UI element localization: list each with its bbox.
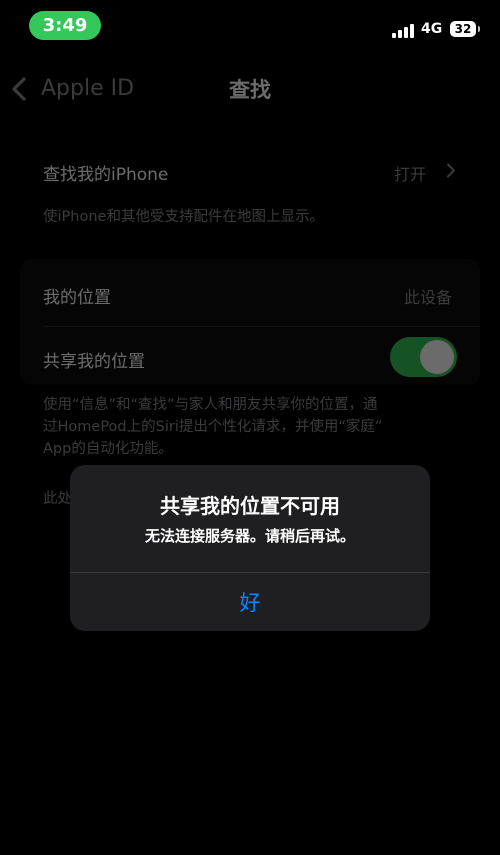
footnote-line: 过HomePod上的Siri提出个性化请求，并使用“家庭” [43,419,383,435]
share-location-label: 共享我的位置 [43,352,145,372]
my-location-label[interactable]: 我的位置 [43,283,111,308]
alert-dialog: 共享我的位置不可用 无法连接服务器。请稍后再试。 好 [70,465,430,631]
find-my-iphone-label[interactable]: 查找我的iPhone [43,160,168,185]
find-my-iphone-value: 打开 [394,165,427,184]
ok-button[interactable]: 好 [70,573,430,631]
footnote-line: App的自动化功能。 [43,441,173,457]
chevron-right-icon [447,163,455,178]
share-location-footnote: 使用“信息”和“查找”与家人和朋友共享你的位置，通 过HomePod上的Siri… [43,394,382,460]
status-time[interactable]: 3:49 [29,11,101,40]
partial-text: 此处 [43,491,72,507]
share-location-toggle[interactable] [390,337,457,377]
status-bar: 3:49 4G 32 [0,0,500,54]
navigation-bar: Apple ID 查找 [0,62,500,114]
cellular-signal-icon [392,24,414,38]
battery-level: 32 [454,22,472,36]
toggle-knob [420,340,454,374]
row-divider [43,326,480,327]
find-my-iphone-footnote: 使iPhone和其他受支持配件在地图上显示。 [43,209,324,225]
network-type: 4G [421,21,443,37]
battery-icon: 32 [450,21,480,37]
alert-title: 共享我的位置不可用 [160,494,340,518]
page-title: 查找 [229,78,271,102]
footnote-line: 使用“信息”和“查找”与家人和朋友共享你的位置，通 [43,397,378,413]
my-location-value: 此设备 [404,288,453,307]
alert-message: 无法连接服务器。请稍后再试。 [144,527,355,545]
